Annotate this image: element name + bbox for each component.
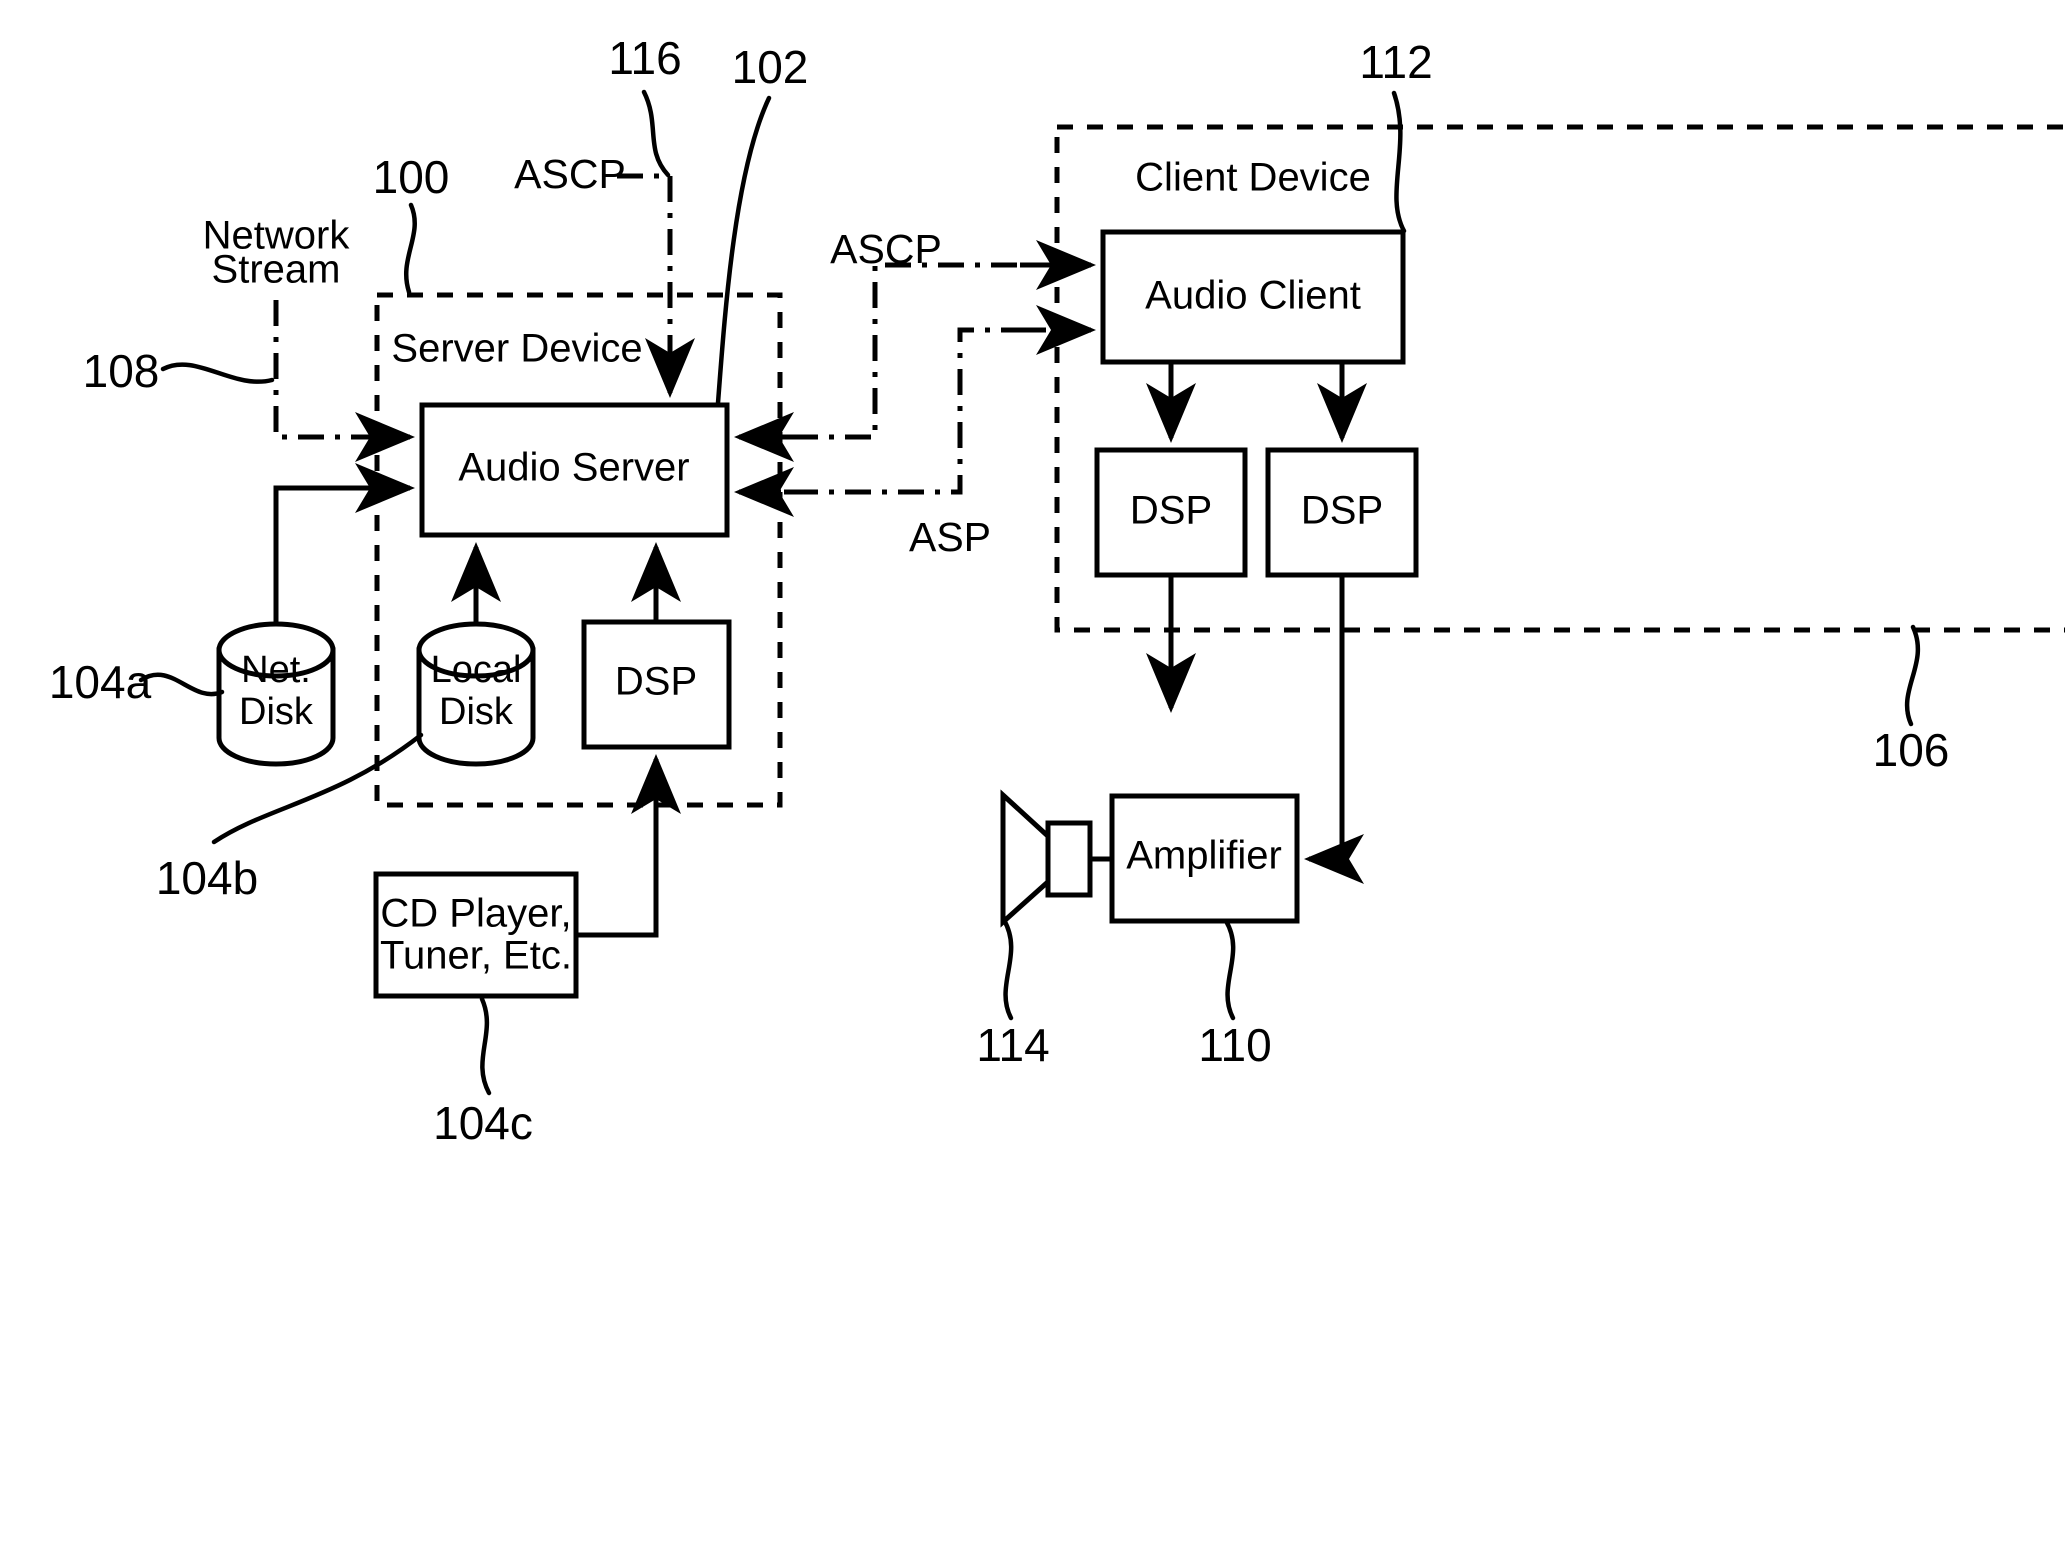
audio-server-label: Audio Server <box>458 446 689 490</box>
ref-100-label: 100 <box>373 151 450 203</box>
edge-dspright-to-amplifier <box>1304 575 1364 884</box>
server-device-label: Server Device <box>391 327 642 371</box>
amplifier-node[interactable]: Amplifier <box>1109 793 1300 924</box>
ref-108-label: 108 <box>83 345 160 397</box>
source-device-label-line2: Tuner, Etc. <box>380 934 572 978</box>
source-device-node[interactable]: CD Player, Tuner, Etc. <box>373 871 579 999</box>
ref-104c-label: 104c <box>433 1097 533 1149</box>
leader-112 <box>1391 90 1407 234</box>
net-disk-label-line1: Net. <box>241 649 311 691</box>
client-dsp-right-label: DSP <box>1301 489 1383 533</box>
leader-108 <box>160 362 275 384</box>
local-disk-node[interactable]: Local Disk <box>416 621 536 767</box>
ref-104a-label: 104a <box>49 656 152 708</box>
net-disk-label-line2: Disk <box>239 691 314 733</box>
ascp-client-protocol-label: ASCP <box>830 226 942 272</box>
source-device-label-line1: CD Player, <box>380 892 571 936</box>
speaker-icon <box>1000 789 1112 928</box>
audio-client-label: Audio Client <box>1145 274 1361 318</box>
leader-116 <box>641 89 671 178</box>
speaker-body <box>1045 820 1093 898</box>
client-dsp-left-node[interactable]: DSP <box>1094 447 1248 578</box>
patent-figure-canvas: Server Device Client Device Audio Server… <box>0 0 2065 1565</box>
ref-112-label: 112 <box>1359 36 1432 88</box>
local-disk-label-line1: Local <box>431 649 522 691</box>
audio-client-node[interactable]: Audio Client <box>1100 229 1406 365</box>
amplifier-label: Amplifier <box>1126 834 1282 878</box>
speaker-cone <box>1000 789 1053 928</box>
ref-102-label: 102 <box>732 41 809 93</box>
leader-102 <box>715 95 772 406</box>
ref-114-label: 114 <box>976 1019 1049 1071</box>
leader-114 <box>1001 917 1014 1021</box>
client-device-label: Client Device <box>1135 156 1371 200</box>
edge-ascp-server-client-path <box>739 262 1091 440</box>
leader-106 <box>1904 624 1921 727</box>
leader-110 <box>1223 918 1236 1021</box>
net-disk-node[interactable]: Net. Disk <box>216 621 336 767</box>
ref-110-label: 110 <box>1198 1019 1271 1071</box>
leader-104a <box>138 672 225 697</box>
client-dsp-left-label: DSP <box>1130 489 1212 533</box>
server-dsp-node[interactable]: DSP <box>581 619 732 750</box>
leader-100 <box>403 202 417 295</box>
ref-104b-label: 104b <box>156 852 258 904</box>
ref-106-label: 106 <box>1873 724 1950 776</box>
audio-server-node[interactable]: Audio Server <box>419 402 730 538</box>
block-diagram-svg: Server Device Client Device Audio Server… <box>49 32 2065 1149</box>
ref-116-label: 116 <box>608 32 681 84</box>
network-stream-caption-line2: Stream <box>212 248 341 292</box>
leader-104c <box>479 996 492 1096</box>
server-dsp-label: DSP <box>615 660 697 704</box>
ascp-server-protocol-label: ASCP <box>514 151 626 197</box>
edge-source-to-serverdsp <box>576 754 681 938</box>
edge-network-stream-to-audioserver <box>273 300 415 462</box>
client-dsp-right-node[interactable]: DSP <box>1265 447 1419 578</box>
edge-netdisk-to-audioserver <box>273 463 415 624</box>
local-disk-label-line2: Disk <box>439 691 514 733</box>
edge-asp-server-client-path <box>739 327 1091 495</box>
asp-protocol-label: ASP <box>909 514 991 560</box>
